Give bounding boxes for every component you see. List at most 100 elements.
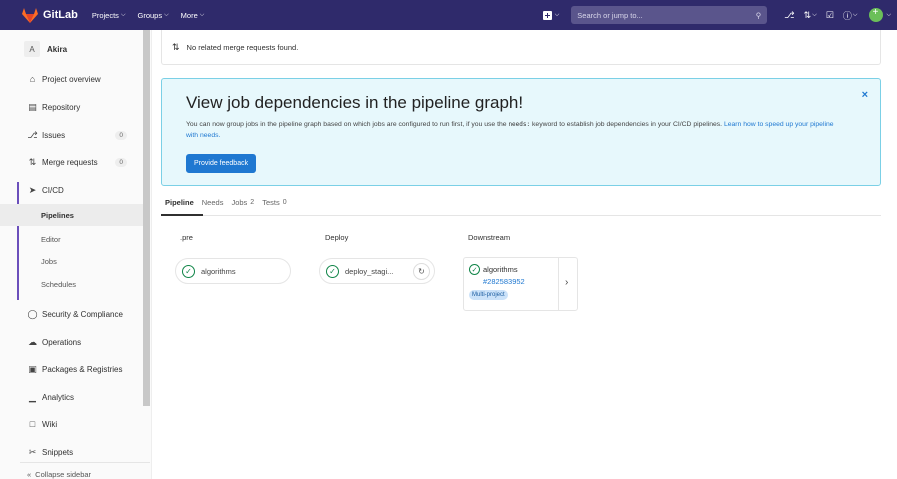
downstream-pipeline-info: ✓ algorithms #282583952 Multi-project: [469, 264, 525, 300]
chart-icon: ▁: [29, 391, 36, 402]
search-placeholder: Search or jump to...: [577, 10, 643, 20]
new-menu-button[interactable]: ⌵: [542, 10, 559, 20]
sidebar-item-label: Project overview: [42, 74, 101, 84]
sidebar-subitem-jobs[interactable]: Jobs: [0, 250, 143, 272]
feature-alert: View job dependencies in the pipeline gr…: [161, 78, 881, 186]
issues-count: 0: [115, 130, 127, 140]
downstream-project-name: algorithms: [483, 265, 518, 274]
todos-icon[interactable]: ☑: [826, 10, 834, 21]
sidebar-item-packages-registries[interactable]: ▣ Packages & Registries: [0, 358, 143, 380]
tab-label: Needs: [201, 198, 224, 207]
sidebar-item-security-compliance[interactable]: ◯ Security & Compliance: [0, 303, 143, 325]
sidebar-project-header[interactable]: A Akira: [0, 30, 151, 60]
status-success-icon: ✓: [326, 264, 339, 278]
projects-menu[interactable]: Projects ⌵: [92, 11, 126, 20]
sidebar-item-label: Security & Compliance: [42, 309, 123, 319]
doc-icon: ▤: [28, 101, 37, 112]
alert-text-before: You can now group jobs in the pipeline g…: [186, 121, 507, 128]
sidebar-item-snippets[interactable]: ✂ Snippets: [0, 441, 143, 463]
stage-title-deploy: Deploy: [325, 233, 349, 242]
active-tab-indicator: [161, 214, 203, 216]
sidebar-item-label: Snippets: [42, 447, 74, 457]
brand-name: GitLab: [43, 9, 78, 21]
tab-label: Jobs: [231, 198, 248, 207]
more-label: More: [180, 10, 198, 20]
related-merge-requests: ⇅ No related merge requests found.: [161, 30, 881, 65]
sidebar-item-merge-requests[interactable]: ⇅ Merge requests 0: [0, 151, 143, 173]
tanuki-icon: [22, 7, 38, 23]
sidebar-item-operations[interactable]: ☁ Operations: [0, 331, 143, 353]
downstream-pipeline-link[interactable]: #282583952: [469, 277, 525, 286]
multi-project-badge: Multi-project: [469, 290, 508, 300]
provide-feedback-button[interactable]: Provide feedback: [186, 154, 257, 173]
sidebar-item-issues[interactable]: ⎇ Issues 0: [0, 124, 143, 146]
alert-text-after: keyword to establish job dependencies in…: [532, 121, 723, 128]
help-icon[interactable]: ⓘ ⌵: [843, 9, 858, 22]
close-icon[interactable]: ×: [862, 89, 868, 101]
project-name: Akira: [47, 44, 68, 54]
chevron-down-icon: ⌵: [199, 11, 205, 18]
tab-needs[interactable]: Needs: [202, 198, 224, 207]
sidebar-subitem-schedules[interactable]: Schedules: [0, 273, 143, 295]
top-navbar: GitLab Projects ⌵ Groups ⌵ More ⌵ ⌵ Search …: [0, 0, 897, 30]
needs-keyword: needs:: [508, 121, 531, 128]
sidebar-item-analytics[interactable]: ▁ Analytics: [0, 386, 143, 408]
tab-tests[interactable]: Tests 0: [262, 198, 286, 207]
job-algorithms[interactable]: ✓ algorithms: [175, 258, 291, 284]
pipeline-tabs: Pipeline Needs Jobs 2 Tests 0: [161, 190, 881, 216]
more-menu[interactable]: More ⌵: [181, 11, 205, 20]
sidebar-item-label: CI/CD: [42, 185, 64, 195]
project-avatar: A: [24, 41, 40, 57]
sidebar-item-cicd[interactable]: ➤ CI/CD: [0, 179, 143, 201]
sidebar-item-label: Operations: [42, 337, 82, 347]
groups-menu[interactable]: Groups ⌵: [138, 11, 169, 20]
collapse-sidebar-label: Collapse sidebar: [35, 470, 92, 479]
downstream-pipeline-card[interactable]: ✓ algorithms #282583952 Multi-project ›: [463, 257, 578, 311]
issues-icon: ⎇: [27, 129, 38, 140]
merge-request-icon: ⇅: [172, 41, 180, 52]
tab-jobs[interactable]: Jobs 2: [231, 198, 254, 207]
tab-label: Tests: [262, 198, 280, 207]
sidebar-subitem-pipelines[interactable]: Pipelines: [0, 204, 143, 226]
scissors-icon: ✂: [28, 446, 37, 457]
job-deploy-staging[interactable]: ✓ deploy_stagi... ↻: [319, 258, 435, 284]
search-icon: ⚲: [755, 10, 762, 20]
sidebar-item-wiki[interactable]: □ Wiki: [0, 413, 143, 435]
status-success-icon: ✓: [182, 264, 195, 278]
stage-title-pre: .pre: [180, 233, 193, 242]
search-input[interactable]: Search or jump to... ⚲: [571, 6, 768, 24]
badge-wrap: Multi-project: [469, 288, 525, 300]
sidebar-item-project-overview[interactable]: ⌂ Project overview: [0, 68, 143, 90]
issues-nav-icon[interactable]: ⎇: [784, 10, 794, 21]
user-avatar[interactable]: [869, 7, 884, 22]
merge-request-notice: No related merge requests found.: [186, 42, 299, 52]
downstream-job-row: ✓ algorithms: [469, 264, 525, 275]
merge-request-icon: ⇅: [28, 156, 37, 167]
collapse-sidebar-button[interactable]: «Collapse sidebar: [27, 470, 91, 479]
card-divider: [558, 258, 559, 310]
sidebar-subitem-editor[interactable]: Editor: [0, 228, 143, 250]
sidebar-scrollbar[interactable]: [143, 30, 150, 406]
sidebar-item-label: Issues: [42, 130, 66, 140]
alert-title: View job dependencies in the pipeline gr…: [186, 93, 524, 112]
gitlab-logo[interactable]: GitLab: [22, 7, 78, 23]
sidebar-divider: [20, 462, 150, 463]
double-chevron-left-icon: «: [27, 470, 32, 479]
projects-label: Projects: [91, 10, 119, 20]
tab-label: Pipeline: [165, 198, 194, 207]
sidebar-item-label: Packages & Registries: [42, 364, 123, 374]
plus-square-icon: [542, 10, 552, 20]
chevron-down-icon: ⌵: [120, 11, 126, 18]
rocket-icon: ➤: [28, 184, 37, 195]
groups-label: Groups: [137, 10, 163, 20]
retry-icon[interactable]: ↻: [413, 263, 430, 280]
tab-pipeline[interactable]: Pipeline: [165, 198, 194, 207]
tab-count: 0: [282, 199, 287, 206]
cloud-icon: ☁: [28, 336, 37, 347]
sidebar-item-repository[interactable]: ▤ Repository: [0, 96, 143, 118]
merge-requests-nav-icon[interactable]: ⇅ ⌵: [804, 10, 817, 21]
expand-chevron-right-icon[interactable]: ›: [565, 277, 568, 288]
alert-text: You can now group jobs in the pipeline g…: [186, 119, 846, 141]
job-name: deploy_stagi...: [345, 266, 394, 276]
chevron-down-icon[interactable]: ⌵: [886, 12, 891, 19]
